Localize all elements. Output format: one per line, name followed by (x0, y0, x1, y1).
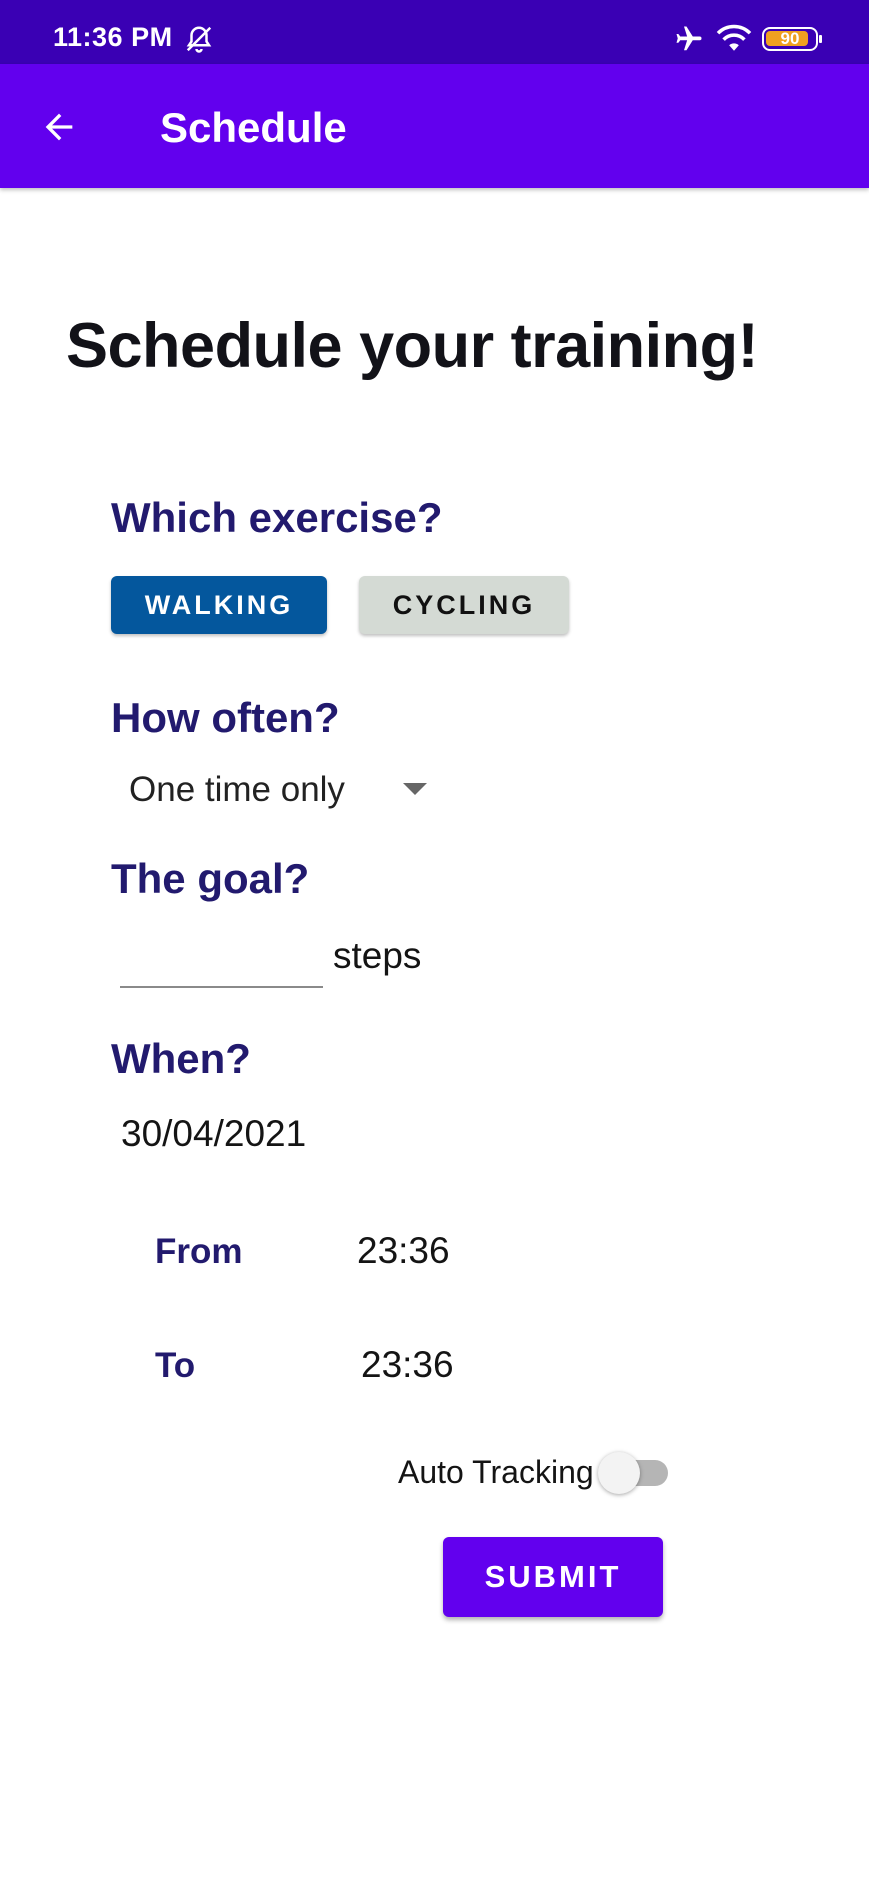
frequency-selected: One time only (129, 770, 345, 809)
submit-button[interactable]: SUBMIT (443, 1537, 663, 1617)
battery-icon: 90 (762, 27, 822, 51)
app-bar: Schedule (0, 64, 869, 188)
when-label: When? (111, 1035, 251, 1082)
dropdown-arrow-icon (403, 783, 427, 795)
frequency-label: How often? (111, 694, 340, 741)
goal-steps-input[interactable] (120, 932, 323, 988)
status-time: 11:36 PM (53, 22, 173, 52)
goal-label: The goal? (111, 855, 310, 902)
back-button[interactable] (30, 99, 88, 155)
battery-level: 90 (780, 29, 800, 48)
frequency-dropdown[interactable]: One time only (112, 762, 432, 818)
steps-unit-label: steps (333, 935, 422, 976)
walking-button[interactable]: WALKING (111, 576, 327, 634)
wifi-icon (716, 24, 752, 51)
from-label: From (155, 1232, 243, 1271)
switch-thumb (598, 1452, 640, 1494)
to-label: To (155, 1346, 196, 1385)
status-bar: 11:36 PM 90 (0, 0, 869, 64)
to-time-picker[interactable]: 23:36 (361, 1344, 454, 1386)
battery-nub (819, 35, 822, 43)
cycling-button[interactable]: CYCLING (359, 576, 569, 634)
auto-tracking-switch[interactable] (598, 1452, 670, 1494)
arrow-back-icon (45, 113, 73, 141)
airplane-icon (676, 26, 702, 51)
from-time-picker[interactable]: 23:36 (357, 1230, 450, 1272)
date-picker[interactable]: 30/04/2021 (121, 1113, 306, 1155)
auto-tracking-label: Auto Tracking (398, 1454, 594, 1490)
exercise-label: Which exercise? (111, 494, 443, 541)
alarm-off-icon (186, 26, 212, 53)
page-heading: Schedule your training! (66, 311, 759, 381)
app-bar-title: Schedule (160, 104, 347, 151)
